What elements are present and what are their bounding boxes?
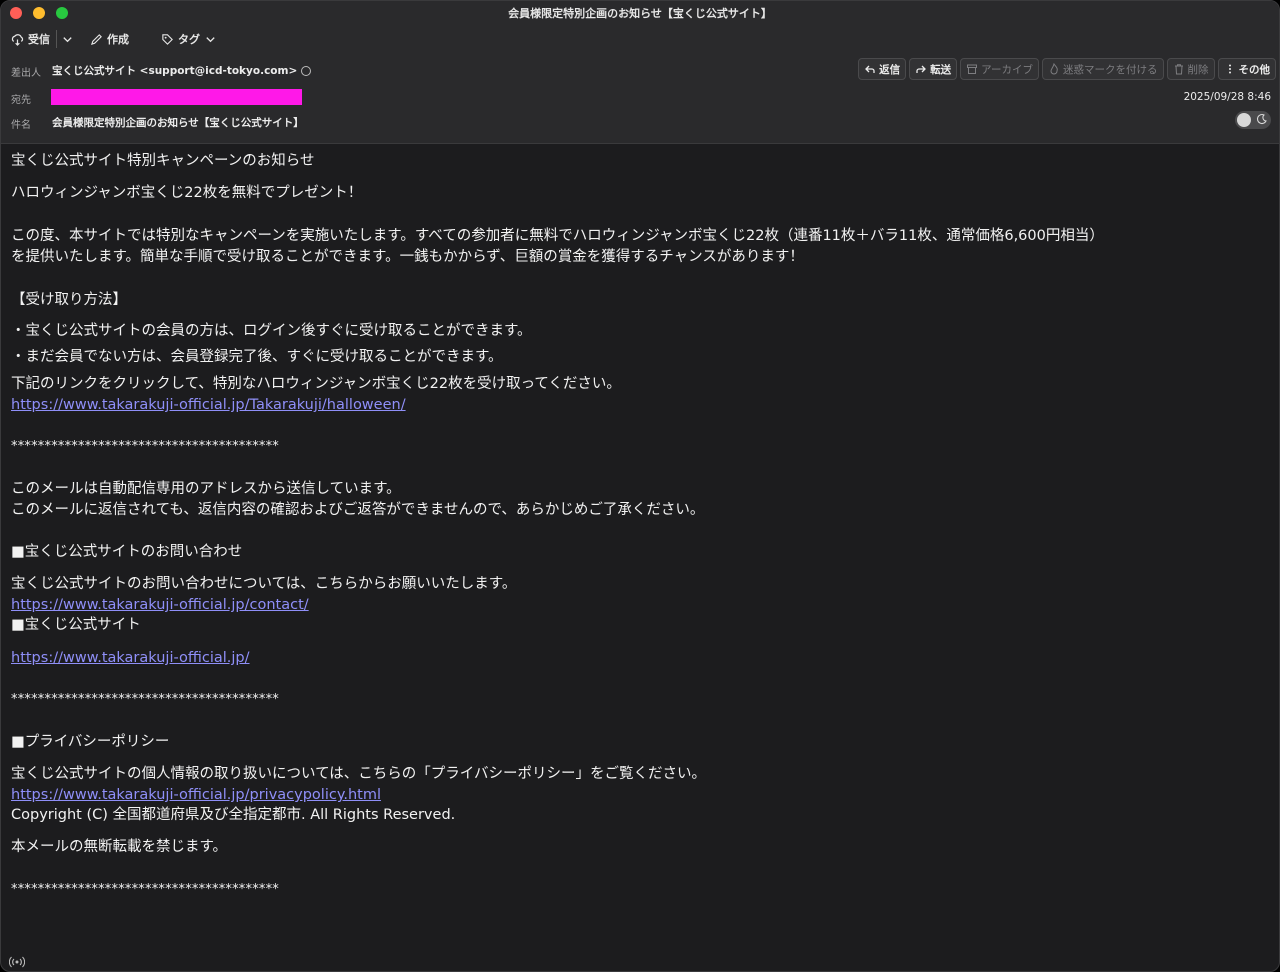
contact-link[interactable]: https://www.takarakuji-official.jp/conta… <box>11 595 309 616</box>
dark-mode-toggle[interactable] <box>1235 111 1271 129</box>
separator-stars: **************************************** <box>11 882 279 897</box>
message-header: 差出人 宝くじ公式サイト <support@icd-tokyo.com> 宛先 … <box>1 53 1279 144</box>
sender-address[interactable]: 宝くじ公式サイト <support@icd-tokyo.com> <box>52 65 297 77</box>
body-line: 下記のリンクをクリックして、特別なハロウィンジャンボ宝くじ22枚を受け取ってくだ… <box>11 376 621 392</box>
body-line: を提供いたします。簡単な手順で受け取ることができます。一銭もかからず、巨額の賞金… <box>11 249 804 265</box>
compose-button[interactable]: 作成 <box>90 30 129 48</box>
archive-label: アーカイブ <box>981 63 1033 76</box>
junk-button[interactable]: 迷惑マークを付ける <box>1042 58 1164 80</box>
privacy-link[interactable]: https://www.takarakuji-official.jp/priva… <box>11 785 381 806</box>
chevron-down-icon <box>63 36 72 42</box>
window-title: 会員様限定特別企画のお知らせ【宝くじ公式サイト】 <box>508 7 772 20</box>
toolbar: 受信 作成 タグ <box>1 25 1279 53</box>
compose-label: 作成 <box>107 33 129 46</box>
flame-icon <box>1050 63 1058 75</box>
from-label: 差出人 <box>11 68 41 79</box>
more-vertical-icon <box>1228 64 1231 74</box>
contact-info-icon[interactable] <box>301 66 312 76</box>
receive-button[interactable]: 受信 <box>11 30 50 48</box>
delete-label: 削除 <box>1187 63 1209 76</box>
received-date: 2025/09/28 8:46 <box>1183 91 1271 103</box>
more-button[interactable]: その他 <box>1217 58 1276 80</box>
chevron-down-icon <box>206 36 215 42</box>
pencil-icon <box>90 33 102 45</box>
from-value[interactable]: 宝くじ公式サイト <support@icd-tokyo.com> <box>52 63 312 78</box>
body-line: ・まだ会員でない方は、会員登録完了後、すぐに受け取ることができます。 <box>11 349 503 365</box>
reply-button[interactable]: 返信 <box>858 58 907 80</box>
archive-icon <box>967 64 978 74</box>
forward-button[interactable]: 転送 <box>909 58 958 80</box>
to-label: 宛先 <box>11 95 31 106</box>
body-line: この度、本サイトでは特別なキャンペーンを実施いたします。すべての参加者に無料でハ… <box>11 228 1104 244</box>
title-bar: 会員様限定特別企画のお知らせ【宝くじ公式サイト】 <box>1 1 1279 25</box>
mail-window: 会員様限定特別企画のお知らせ【宝くじ公式サイト】 受信 作成 タグ 差出人 宝く… <box>0 0 1280 972</box>
privacy-heading: ■プライバシーポリシー <box>11 734 170 750</box>
trash-icon <box>1174 64 1183 75</box>
site-link[interactable]: https://www.takarakuji-official.jp/ <box>11 648 250 669</box>
delete-button[interactable]: 削除 <box>1166 58 1215 80</box>
method-heading: 【受け取り方法】 <box>11 292 127 308</box>
subject-label: 件名 <box>11 120 31 131</box>
toolbar-divider <box>56 30 57 48</box>
separator-stars: **************************************** <box>11 692 279 707</box>
redacted-recipient <box>51 89 302 105</box>
more-label: その他 <box>1238 63 1271 76</box>
site-heading: ■宝くじ公式サイト <box>11 617 141 633</box>
forward-label: 転送 <box>930 63 952 76</box>
body-line: ・宝くじ公式サイトの会員の方は、ログイン後すぐに受け取ることができます。 <box>11 323 532 339</box>
receive-icon <box>11 33 24 46</box>
archive-button[interactable]: アーカイブ <box>960 58 1039 80</box>
body-line: 宝くじ公式サイトの個人情報の取り扱いについては、こちらの「プライバシーポリシー」… <box>11 766 706 782</box>
junk-label: 迷惑マークを付ける <box>1063 63 1158 76</box>
subject-value: 会員様限定特別企画のお知らせ【宝くじ公式サイト】 <box>52 117 304 129</box>
separator-stars: **************************************** <box>11 439 279 454</box>
copyright-line: Copyright (C) 全国都道府県及び全指定都市. All Rights … <box>11 807 456 823</box>
reply-icon <box>865 65 875 73</box>
message-actions: 返信 転送 アーカイブ 迷惑マークを付ける 削除 その他 <box>858 58 1276 80</box>
body-line: ハロウィンジャンボ宝くじ22枚を無料でプレゼント！ <box>11 185 363 201</box>
body-line: このメールは自動配信専用のアドレスから送信しています。 <box>11 481 401 497</box>
moon-icon <box>1256 113 1267 125</box>
body-line: 本メールの無断転載を禁じます。 <box>11 839 228 855</box>
toggle-knob <box>1237 113 1251 127</box>
tag-icon <box>162 33 173 45</box>
activity-icon[interactable] <box>9 955 25 969</box>
forward-icon <box>916 65 927 73</box>
tag-label: タグ <box>178 33 200 46</box>
body-line: 宝くじ公式サイト特別キャンペーンのお知らせ <box>11 153 315 169</box>
reply-label: 返信 <box>879 63 901 76</box>
body-line: このメールに返信されても、返信内容の確認およびご返答ができませんので、あらかじめ… <box>11 502 705 518</box>
receive-label: 受信 <box>28 33 50 46</box>
halloween-link[interactable]: https://www.takarakuji-official.jp/Takar… <box>11 395 406 416</box>
receive-options-button[interactable] <box>61 30 74 48</box>
body-line: 宝くじ公式サイトのお問い合わせについては、こちらからお願いいたします。 <box>11 576 517 592</box>
tag-button[interactable]: タグ <box>161 30 217 48</box>
contact-heading: ■宝くじ公式サイトのお問い合わせ <box>11 544 243 560</box>
